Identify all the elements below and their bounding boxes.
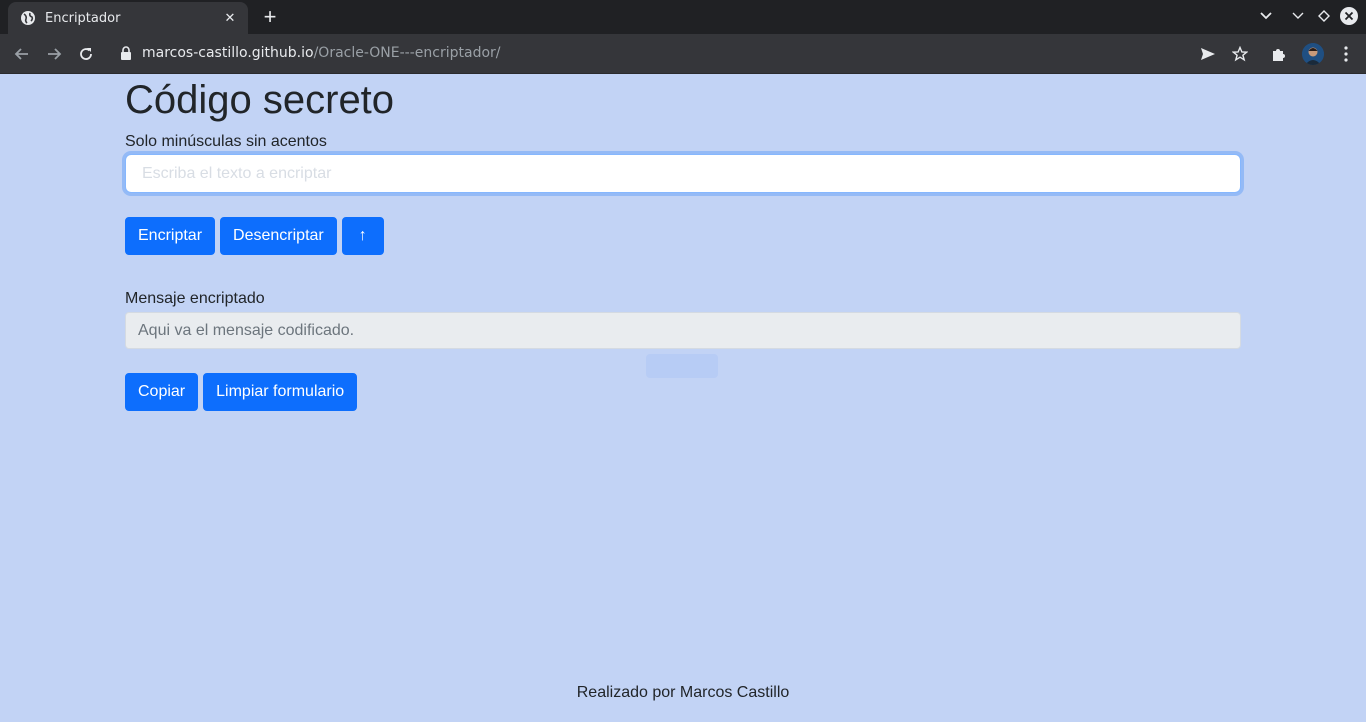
send-icon[interactable]	[1197, 43, 1219, 65]
browser-tabstrip: Encriptador ✕ +	[0, 0, 1366, 34]
extensions-icon[interactable]	[1268, 43, 1290, 65]
reload-icon[interactable]	[74, 42, 98, 66]
window-close-icon[interactable]	[1340, 7, 1358, 25]
bookmark-star-icon[interactable]	[1229, 43, 1251, 65]
action-buttons: Encriptar Desencriptar ↑	[125, 217, 1241, 255]
tab-title: Encriptador	[45, 10, 121, 26]
globe-icon	[20, 10, 36, 26]
tab-search-icon[interactable]	[1257, 7, 1275, 25]
output-buttons: Copiar Limpiar formulario	[125, 373, 1241, 411]
back-icon[interactable]	[10, 42, 34, 66]
maximize-icon[interactable]	[1315, 7, 1333, 25]
scroll-up-button[interactable]: ↑	[341, 217, 384, 255]
output-label: Mensaje encriptado	[125, 290, 265, 307]
minimize-icon[interactable]	[1289, 7, 1307, 25]
decrypt-button[interactable]: Desencriptar	[220, 217, 337, 255]
input-label: Solo minúsculas sin acentos	[125, 133, 327, 150]
new-tab-icon[interactable]: +	[258, 6, 282, 30]
browser-toolbar: marcos-castillo.github.io/Oracle-ONE---e…	[0, 34, 1366, 74]
text-input[interactable]	[125, 154, 1241, 193]
faded-overlay	[646, 354, 718, 378]
forward-icon[interactable]	[42, 42, 66, 66]
address-bar[interactable]: marcos-castillo.github.io/Oracle-ONE---e…	[110, 38, 1190, 68]
tab-close-icon[interactable]: ✕	[222, 10, 238, 26]
output-field[interactable]	[125, 312, 1241, 349]
menu-kebab-icon[interactable]	[1335, 43, 1357, 65]
encrypt-button[interactable]: Encriptar	[125, 217, 216, 255]
browser-tab[interactable]: Encriptador ✕	[8, 2, 248, 34]
arrow-up-icon: ↑	[358, 227, 367, 244]
profile-avatar[interactable]	[1302, 43, 1324, 65]
url-path: /Oracle-ONE---encriptador/	[313, 45, 501, 61]
url-host: marcos-castillo.github.io	[142, 45, 314, 61]
footer-credit: Realizado por Marcos Castillo	[576, 684, 790, 701]
page-title: Código secreto	[125, 78, 395, 122]
lock-icon	[120, 46, 134, 60]
page-content: Código secreto Solo minúsculas sin acent…	[0, 74, 1366, 722]
copy-button[interactable]: Copiar	[125, 373, 199, 411]
clear-form-button[interactable]: Limpiar formulario	[203, 373, 358, 411]
